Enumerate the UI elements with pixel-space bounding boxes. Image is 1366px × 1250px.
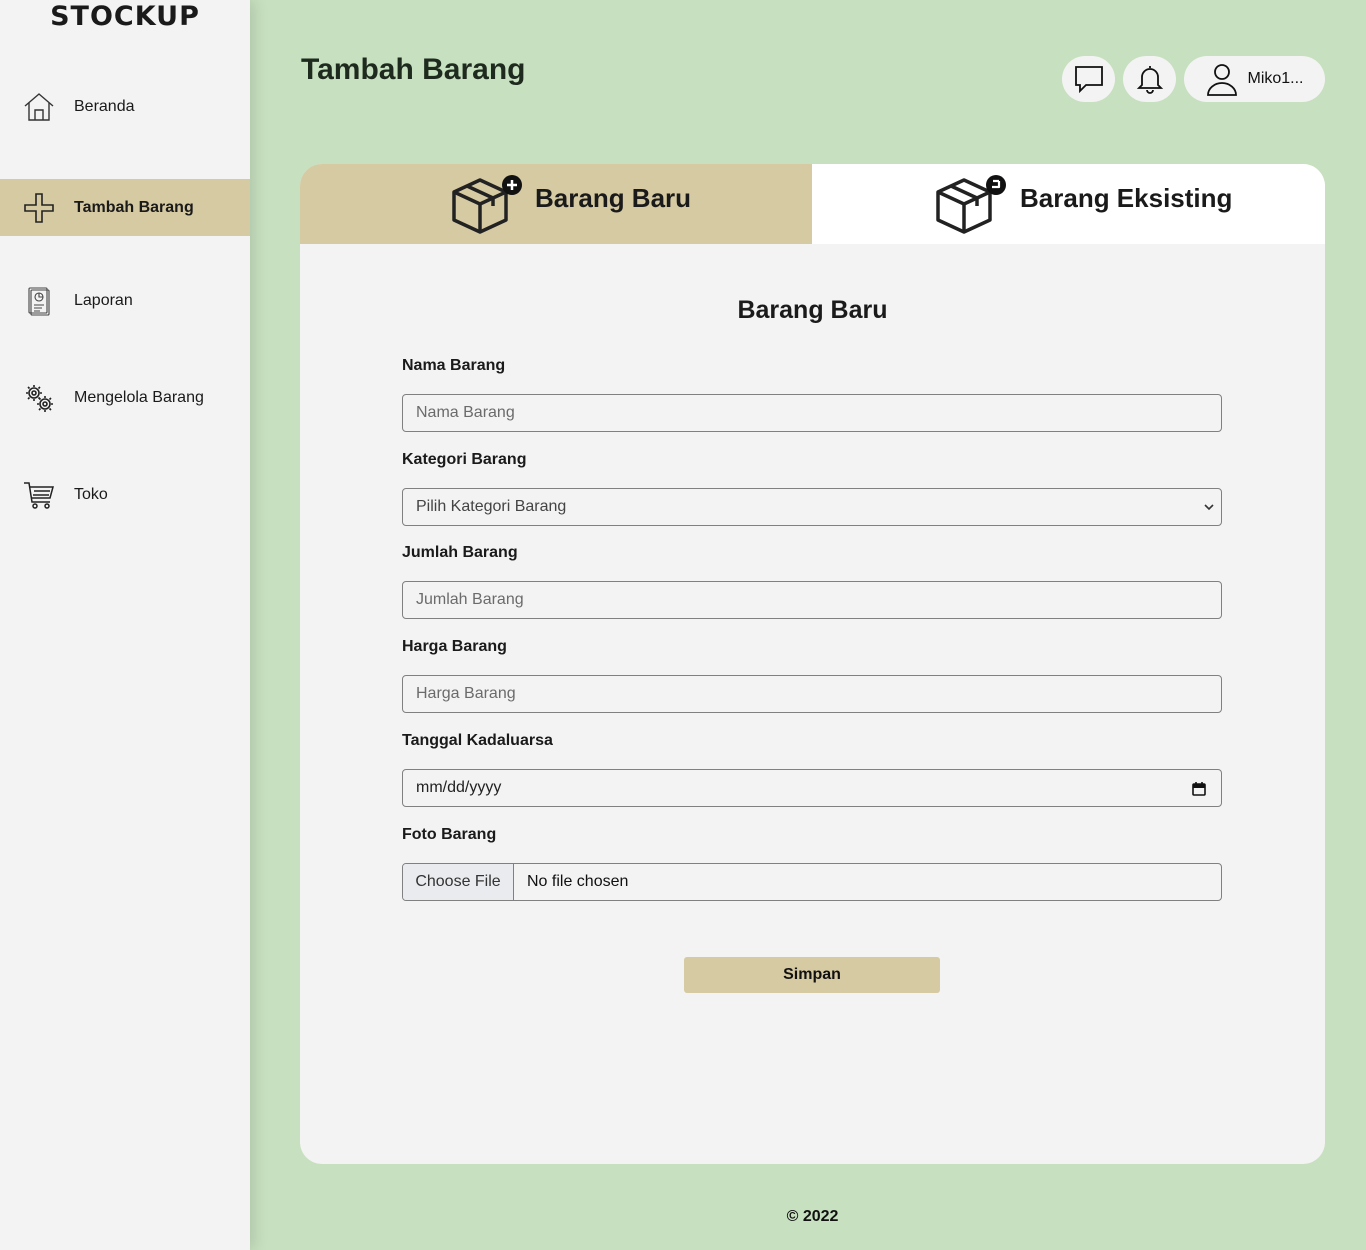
bell-icon <box>1136 66 1163 94</box>
user-icon <box>1207 64 1238 96</box>
sidebar-item-laporan[interactable]: Laporan <box>0 272 250 329</box>
page-title: Tambah Barang <box>301 53 526 86</box>
file-status-text: No file chosen <box>527 873 629 890</box>
kategori-barang-select[interactable]: Pilih Kategori Barang <box>402 488 1222 526</box>
footer-copyright: © 2022 <box>786 1208 839 1225</box>
jumlah-barang-label: Jumlah Barang <box>402 544 518 561</box>
sidebar-item-label: Laporan <box>74 291 133 309</box>
chat-icon <box>1074 66 1103 94</box>
foto-barang-file-input[interactable]: Choose File No file chosen <box>402 863 1222 901</box>
harga-barang-placeholder: Harga Barang <box>416 685 516 702</box>
gears-icon <box>26 384 53 412</box>
choose-file-button[interactable]: Choose File <box>403 864 514 900</box>
chat-button[interactable] <box>1062 56 1115 102</box>
nama-barang-input[interactable]: Nama Barang <box>402 394 1222 432</box>
form-card: Barang Baru Barang Eksisting Barang Baru… <box>300 164 1325 1164</box>
sidebar-item-label: Beranda <box>74 97 135 115</box>
sidebar-item-label: Toko <box>74 485 108 503</box>
foto-barang-label: Foto Barang <box>402 826 497 843</box>
user-name: Miko1... <box>1247 70 1304 87</box>
nama-barang-label: Nama Barang <box>402 357 506 374</box>
sidebar-item-tambah-barang[interactable]: Tambah Barang <box>0 179 250 236</box>
notification-button[interactable] <box>1123 56 1176 102</box>
tab-label: Barang Eksisting <box>1020 183 1233 213</box>
kategori-barang-label: Kategori Barang <box>402 451 527 468</box>
sidebar-item-mengelola-barang[interactable]: Mengelola Barang <box>0 369 250 426</box>
sidebar-item-label: Tambah Barang <box>74 198 194 216</box>
tab-label: Barang Baru <box>535 183 692 213</box>
chevron-down-icon <box>1204 504 1214 511</box>
user-menu-button[interactable]: Miko1... <box>1184 56 1325 102</box>
sidebar: STOCKUP Beranda Tambah Barang Laporan Me… <box>0 0 250 1250</box>
simpan-button[interactable]: Simpan <box>684 957 940 993</box>
form-title: Barang Baru <box>737 296 888 324</box>
jumlah-barang-input[interactable]: Jumlah Barang <box>402 581 1222 619</box>
tanggal-kadaluarsa-input[interactable]: mm/dd/yyyy <box>402 769 1222 807</box>
plus-icon <box>24 192 54 223</box>
home-icon <box>24 92 54 121</box>
cart-icon <box>24 481 54 509</box>
tab-barang-eksisting[interactable]: Barang Eksisting <box>812 164 1325 244</box>
harga-barang-label: Harga Barang <box>402 638 507 655</box>
report-icon <box>28 286 50 316</box>
tab-barang-baru[interactable]: Barang Baru <box>300 164 812 244</box>
harga-barang-input[interactable]: Harga Barang <box>402 675 1222 713</box>
jumlah-barang-placeholder: Jumlah Barang <box>416 591 524 608</box>
box-add-icon <box>452 175 522 234</box>
box-existing-icon <box>936 175 1006 234</box>
kategori-barang-value: Pilih Kategori Barang <box>416 498 567 515</box>
sidebar-item-toko[interactable]: Toko <box>0 466 250 523</box>
brand-logo: STOCKUP <box>50 1 200 32</box>
nama-barang-placeholder: Nama Barang <box>416 404 515 421</box>
sidebar-item-label: Mengelola Barang <box>74 388 204 406</box>
sidebar-item-beranda[interactable]: Beranda <box>0 78 250 135</box>
tanggal-kadaluarsa-label: Tanggal Kadaluarsa <box>402 732 553 749</box>
calendar-icon[interactable] <box>1191 781 1207 797</box>
tanggal-kadaluarsa-value: mm/dd/yyyy <box>416 779 502 796</box>
